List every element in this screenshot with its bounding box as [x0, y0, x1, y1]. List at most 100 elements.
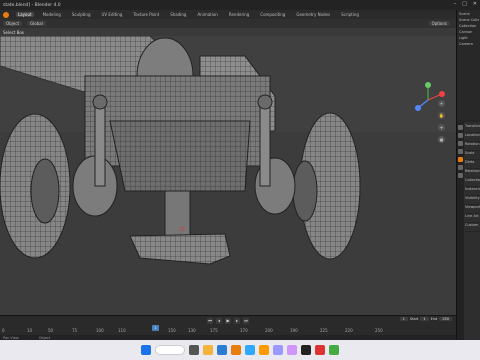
window-title: state.blend] - Blender 4.0 [3, 2, 61, 8]
prop-row[interactable]: Custom [465, 223, 480, 232]
mode-dropdown[interactable]: Object [3, 21, 23, 26]
select-box-tool[interactable]: Select Box [3, 30, 24, 35]
properties-editor: Transform Location Rotation Scale Delta … [457, 122, 480, 340]
workspace-menubar: Layout Modeling Sculpting UV Editing Tex… [0, 10, 456, 19]
blender-logo-icon[interactable] [3, 11, 9, 18]
prop-row[interactable]: Transform [465, 124, 480, 133]
tab-geometry-nodes[interactable]: Geometry Nodes [294, 12, 332, 17]
window-titlebar: state.blend] - Blender 4.0 – □ ✕ [0, 0, 480, 10]
prop-row[interactable]: Viewport [465, 205, 480, 214]
prop-row[interactable]: Location [465, 133, 480, 142]
cannon-mesh-wireframe [0, 36, 361, 265]
viewport-tools: + ✋ ⌖ ▦ [438, 100, 445, 143]
outliner-item[interactable]: Camera [459, 42, 479, 48]
minimize-icon[interactable]: – [454, 1, 457, 7]
tick-label: 130 [188, 328, 196, 333]
current-frame-field[interactable]: 1 [399, 317, 408, 321]
prop-row[interactable]: Rotation [465, 142, 480, 151]
prop-row[interactable]: Visibility [465, 196, 480, 205]
end-frame-field[interactable]: 250 [439, 317, 452, 321]
tab-uv-editing[interactable]: UV Editing [100, 12, 125, 17]
pan-hand-icon[interactable]: ✋ [438, 112, 445, 119]
prop-row[interactable]: Delta [465, 160, 480, 169]
object-tab-icon[interactable] [458, 157, 463, 162]
end-label: End [430, 317, 438, 321]
tick-label: 190 [290, 328, 298, 333]
tick-label: 10 [27, 328, 33, 333]
playhead[interactable]: 1 [152, 325, 159, 331]
tick-label: 50 [48, 328, 54, 333]
tool-header: Select Box [0, 28, 456, 36]
tick-label: 0 [2, 328, 5, 333]
tick-label: 250 [375, 328, 383, 333]
grid-icon[interactable]: ▦ [438, 136, 445, 143]
taskbar-search-input[interactable] [155, 345, 185, 355]
windows-taskbar [0, 340, 480, 360]
chat-app-icon[interactable] [329, 345, 339, 355]
properties-rows: Transform Location Rotation Scale Delta … [465, 124, 480, 232]
render-tab-icon[interactable] [458, 133, 463, 138]
tab-animation[interactable]: Animation [195, 12, 219, 17]
prev-keyframe-icon[interactable]: ◂ [216, 317, 222, 324]
frame-range: 1 Start 1 End 250 [399, 317, 452, 321]
tick-label: 150 [168, 328, 176, 333]
prop-row[interactable]: Collections [465, 178, 480, 187]
tick-label: 100 [96, 328, 104, 333]
tick-label: 225 [320, 328, 328, 333]
output-tab-icon[interactable] [458, 141, 463, 146]
after-effects-icon[interactable] [287, 345, 297, 355]
tick-label: 110 [118, 328, 126, 333]
close-icon[interactable]: ✕ [473, 1, 477, 7]
edge-icon[interactable] [217, 345, 227, 355]
material-tab-icon[interactable] [458, 173, 463, 178]
playback-controls: ⏮ ◂ ▶ ▸ ⏭ [0, 316, 456, 325]
tab-shading[interactable]: Shading [168, 12, 188, 17]
tool-tab-icon[interactable] [458, 125, 463, 130]
tab-scripting[interactable]: Scripting [339, 12, 361, 17]
jack-stand [164, 190, 191, 237]
blender-taskbar-icon[interactable] [231, 345, 241, 355]
task-view-icon[interactable] [189, 345, 199, 355]
jump-end-icon[interactable]: ⏭ [243, 317, 249, 324]
photoshop-icon[interactable] [245, 345, 255, 355]
tab-compositing[interactable]: Compositing [258, 12, 287, 17]
tick-label: 170 [240, 328, 248, 333]
transform-orientation-dropdown[interactable]: Global [27, 21, 46, 26]
options-dropdown[interactable]: Options [428, 21, 450, 26]
tick-label: 175 [210, 328, 218, 333]
tab-texture-paint[interactable]: Texture Paint [131, 12, 161, 17]
premiere-icon[interactable] [273, 345, 283, 355]
windows-start-icon[interactable] [141, 345, 151, 355]
next-keyframe-icon[interactable]: ▸ [234, 317, 240, 324]
jump-start-icon[interactable]: ⏮ [207, 317, 213, 324]
modifier-tab-icon[interactable] [458, 165, 463, 170]
tab-modeling[interactable]: Modeling [41, 12, 63, 17]
status-left: Pan View [3, 335, 19, 340]
prop-row[interactable]: Scale [465, 151, 480, 160]
media-app-icon[interactable] [315, 345, 325, 355]
file-explorer-icon[interactable] [203, 345, 213, 355]
timeline[interactable]: ⏮ ◂ ▶ ▸ ⏭ 1 Start 1 End 250 0 10 50 75 1… [0, 315, 456, 335]
illustrator-icon[interactable] [259, 345, 269, 355]
tab-layout[interactable]: Layout [16, 12, 34, 17]
prop-row[interactable]: Line Art [465, 214, 480, 223]
right-panel: Scene Scene Collection Collection Cannon… [456, 10, 480, 340]
camera-icon[interactable]: ⌖ [438, 124, 445, 131]
play-icon[interactable]: ▶ [225, 317, 231, 324]
maximize-icon[interactable]: □ [462, 1, 467, 7]
status-right: Object [38, 335, 51, 340]
scene-tab-icon[interactable] [458, 149, 463, 154]
prop-row[interactable]: Relations [465, 169, 480, 178]
zoom-icon[interactable]: + [438, 100, 445, 107]
prop-row[interactable]: Instancing [465, 187, 480, 196]
outliner[interactable]: Scene Scene Collection Collection Cannon… [457, 10, 480, 120]
tick-label: 75 [72, 328, 78, 333]
terminal-icon[interactable] [301, 345, 311, 355]
tick-label: 200 [265, 328, 273, 333]
tick-label: 220 [345, 328, 353, 333]
start-label: Start [409, 317, 419, 321]
start-frame-field[interactable]: 1 [420, 317, 429, 321]
tab-rendering[interactable]: Rendering [227, 12, 251, 17]
tab-sculpting[interactable]: Sculpting [70, 12, 93, 17]
3d-viewport[interactable]: + ✋ ⌖ ▦ [0, 36, 456, 315]
